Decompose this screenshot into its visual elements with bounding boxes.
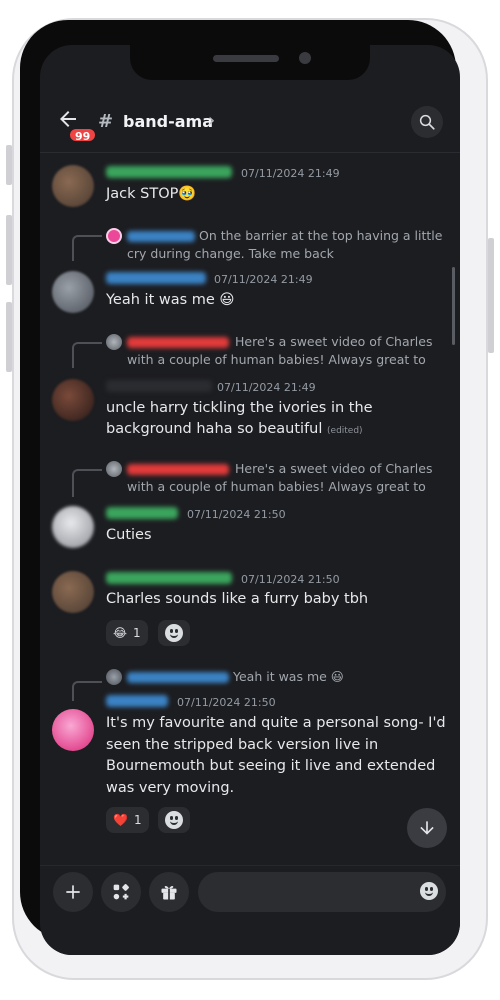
add-attachment-button[interactable] <box>53 872 93 912</box>
message-list[interactable]: 07/11/2024 21:49 Jack STOP🥹 On the barri… <box>40 153 460 853</box>
reaction-chip[interactable]: 😂 1 <box>106 620 148 646</box>
add-reaction-button[interactable] <box>158 620 190 646</box>
search-button[interactable] <box>411 106 443 138</box>
reply-avatar <box>106 228 122 244</box>
avatar[interactable] <box>52 165 94 207</box>
message-input[interactable] <box>212 882 402 902</box>
reply-preview-text[interactable]: Here's a sweet video of Charles with a c… <box>127 333 447 369</box>
edited-label: (edited) <box>327 426 363 436</box>
unread-badge: 99 <box>68 127 98 143</box>
add-reaction-button[interactable] <box>158 807 190 833</box>
scrollbar[interactable] <box>452 267 455 345</box>
smiley-icon <box>165 624 183 642</box>
apps-button[interactable] <box>101 872 141 912</box>
reply-connector <box>72 235 102 261</box>
reaction-emoji: ❤️ <box>113 813 128 827</box>
channel-header: 99 # band-ama › <box>40 101 460 153</box>
username-blurred[interactable] <box>106 695 168 707</box>
reply-username-blurred[interactable] <box>127 672 229 683</box>
username-blurred[interactable] <box>106 380 212 392</box>
arrow-down-icon <box>420 821 434 835</box>
reply-avatar <box>106 669 122 685</box>
reply-connector <box>72 681 102 701</box>
message-timestamp: 07/11/2024 21:50 <box>241 573 340 586</box>
chevron-right-icon[interactable]: › <box>208 110 215 131</box>
message-timestamp: 07/11/2024 21:49 <box>241 167 340 180</box>
reply-connector <box>72 342 102 368</box>
username-blurred[interactable] <box>106 507 178 519</box>
avatar[interactable] <box>52 709 94 751</box>
phone-notch <box>130 44 370 80</box>
smiley-icon <box>165 811 183 829</box>
avatar[interactable] <box>52 571 94 613</box>
reply-avatar <box>106 334 122 350</box>
gift-button[interactable] <box>149 872 189 912</box>
message-text: It's my favourite and quite a personal s… <box>106 715 446 796</box>
avatar[interactable] <box>52 271 94 313</box>
message-text: Cuties <box>106 527 152 543</box>
reply-preview-text[interactable]: Yeah it was me 😃 <box>233 668 433 686</box>
message-timestamp: 07/11/2024 21:49 <box>214 273 313 286</box>
phone-volume-down <box>6 302 12 372</box>
plus-icon <box>66 885 80 899</box>
front-camera <box>299 52 311 64</box>
emoji-picker-icon[interactable] <box>420 882 438 900</box>
reaction-count: 1 <box>133 626 141 640</box>
reply-avatar <box>106 461 122 477</box>
speaker-grille <box>213 55 279 62</box>
channel-hash-icon: # <box>98 111 114 132</box>
search-icon <box>419 114 435 130</box>
phone-volume-up <box>6 215 12 285</box>
jump-to-bottom-button[interactable] <box>407 808 447 848</box>
phone-power-button <box>488 238 494 353</box>
reply-preview-text[interactable]: Here's a sweet video of Charles with a c… <box>127 460 447 496</box>
composer-bar <box>40 865 460 955</box>
gift-icon <box>161 885 177 900</box>
message-timestamp: 07/11/2024 21:49 <box>217 381 316 394</box>
channel-name[interactable]: band-ama <box>123 112 213 131</box>
message-input-container[interactable] <box>198 872 446 912</box>
phone-mute-switch <box>6 145 12 185</box>
username-blurred[interactable] <box>106 272 206 284</box>
reply-preview-text[interactable]: On the barrier at the top having a littl… <box>127 227 447 263</box>
username-blurred[interactable] <box>106 572 232 584</box>
reply-connector <box>72 469 102 497</box>
avatar[interactable] <box>52 379 94 421</box>
message-timestamp: 07/11/2024 21:50 <box>187 508 286 521</box>
apps-icon <box>113 884 129 900</box>
message-text: Yeah it was me 😃 <box>106 292 235 308</box>
reaction-chip[interactable]: ❤️ 1 <box>106 807 149 833</box>
app-screen: 99 # band-ama › 07/11/2024 21:49 Jack ST… <box>40 45 460 955</box>
avatar[interactable] <box>52 506 94 548</box>
message-text: Jack STOP🥹 <box>106 186 197 202</box>
reaction-emoji: 😂 <box>113 626 128 640</box>
reaction-count: 1 <box>133 813 142 827</box>
message-text: uncle harry tickling the ivories in the … <box>106 398 451 442</box>
username-blurred[interactable] <box>106 166 232 178</box>
message-text: Charles sounds like a furry baby tbh <box>106 591 369 607</box>
message-timestamp: 07/11/2024 21:50 <box>177 696 276 709</box>
